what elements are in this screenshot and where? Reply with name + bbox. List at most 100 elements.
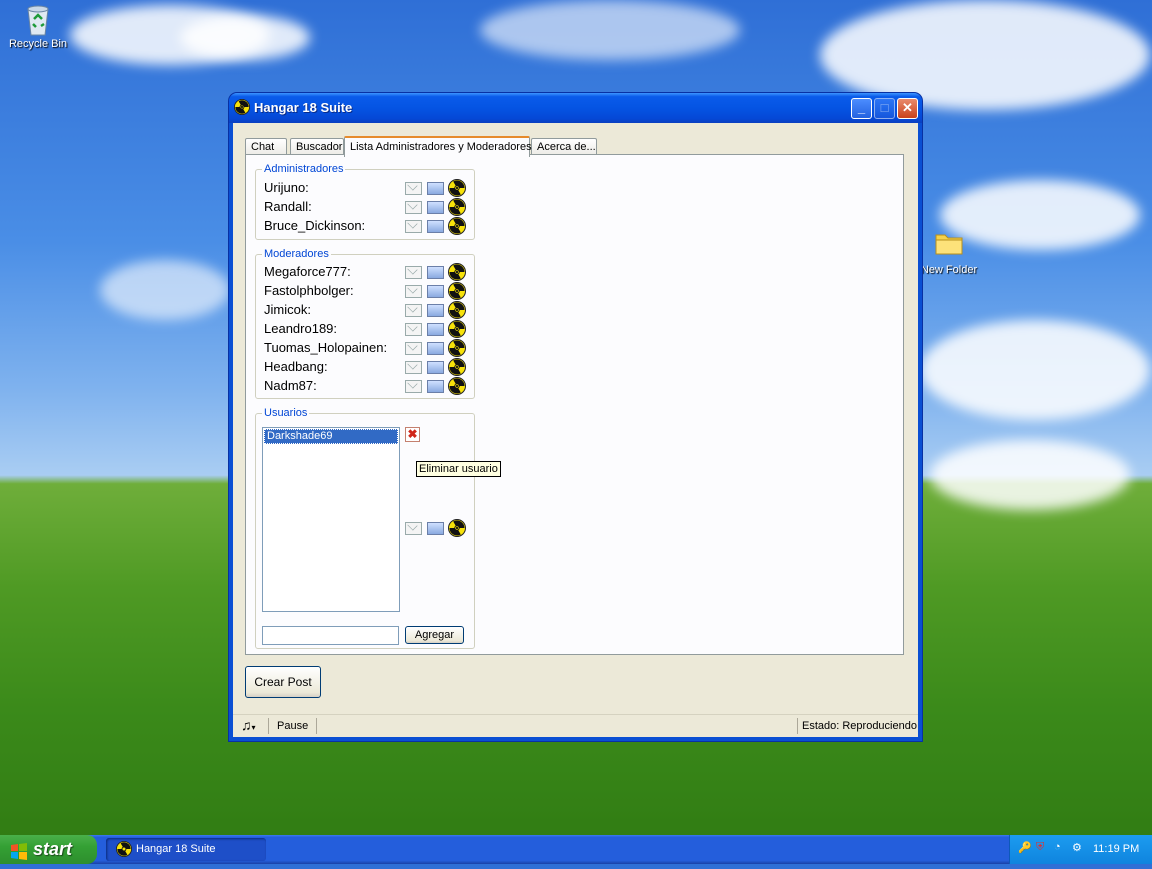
group-legend: Usuarios xyxy=(262,407,310,419)
user-name: Urijuno: xyxy=(264,180,309,195)
monitor-icon[interactable] xyxy=(427,522,444,535)
monitor-icon[interactable] xyxy=(427,304,444,317)
security-shield-icon[interactable]: ⛨ xyxy=(1036,841,1044,854)
taskbar-item-label: Hangar 18 Suite xyxy=(136,843,216,855)
taskbar-item-hangar[interactable]: Hangar 18 Suite xyxy=(106,838,266,861)
mail-icon[interactable] xyxy=(405,380,422,393)
user-name: Headbang: xyxy=(264,359,328,374)
tab-panel: Administradores Urijuno: Randall: Bruce_… xyxy=(245,154,904,655)
group-moderadores: Moderadores Megaforce777: Fastolphbolger… xyxy=(255,248,475,399)
radiation-icon[interactable] xyxy=(448,320,466,338)
mail-icon[interactable] xyxy=(405,182,422,195)
minimize-icon: _ xyxy=(857,100,866,115)
radiation-icon[interactable] xyxy=(448,339,466,357)
recycle-bin-icon xyxy=(22,3,54,36)
mail-icon[interactable] xyxy=(405,201,422,214)
list-item: Fastolphbolger: xyxy=(264,282,469,300)
radiation-icon[interactable] xyxy=(448,217,466,235)
mail-icon[interactable] xyxy=(405,323,422,336)
start-button[interactable]: start xyxy=(0,835,97,864)
list-item: Headbang: xyxy=(264,358,469,376)
user-actions xyxy=(264,519,469,537)
close-icon: ✕ xyxy=(902,100,913,115)
desktop-icon-new-folder[interactable]: New Folder xyxy=(913,229,985,276)
add-user-button[interactable]: Agregar xyxy=(405,626,464,644)
mail-icon[interactable] xyxy=(405,342,422,355)
monitor-icon[interactable] xyxy=(427,342,444,355)
desktop-icon-label: Recycle Bin xyxy=(8,38,68,50)
monitor-icon[interactable] xyxy=(427,380,444,393)
divider xyxy=(797,718,798,734)
mail-icon[interactable] xyxy=(405,266,422,279)
divider xyxy=(316,718,317,734)
close-button[interactable]: ✕ xyxy=(897,98,918,119)
radiation-icon[interactable] xyxy=(448,377,466,395)
user-name: Nadm87: xyxy=(264,378,317,393)
user-name: Megaforce777: xyxy=(264,264,351,279)
radiation-icon[interactable] xyxy=(448,519,466,537)
user-name: Jimicok: xyxy=(264,302,311,317)
monitor-icon[interactable] xyxy=(427,266,444,279)
list-item: Randall: xyxy=(264,198,469,216)
desktop-icon-recycle-bin[interactable]: Recycle Bin xyxy=(2,3,74,50)
status-bar: ♫▾ Pause Estado: Reproduciendo xyxy=(233,714,918,737)
clock: 11:19 PM xyxy=(1093,843,1140,855)
monitor-icon[interactable] xyxy=(427,220,444,233)
monitor-icon[interactable] xyxy=(427,323,444,336)
list-item: Urijuno: xyxy=(264,179,469,197)
volume-icon[interactable]: ◔ xyxy=(1054,841,1061,853)
create-post-button[interactable]: Crear Post xyxy=(245,666,321,698)
radiation-icon xyxy=(234,99,250,115)
radiation-icon[interactable] xyxy=(448,301,466,319)
group-legend: Moderadores xyxy=(262,248,331,260)
user-name: Bruce_Dickinson: xyxy=(264,218,366,233)
group-administradores: Administradores Urijuno: Randall: Bruce_… xyxy=(255,163,475,240)
monitor-icon[interactable] xyxy=(427,182,444,195)
desktop-icon-label: New Folder xyxy=(920,264,978,276)
group-legend: Administradores xyxy=(262,163,346,175)
group-usuarios: Usuarios Darkshade69 ✖ Eliminar usuario … xyxy=(255,407,501,649)
list-item[interactable]: Darkshade69 xyxy=(264,429,398,444)
divider xyxy=(268,718,269,734)
radiation-icon[interactable] xyxy=(448,263,466,281)
music-note-icon[interactable]: ♫▾ xyxy=(241,717,256,733)
mail-icon[interactable] xyxy=(405,361,422,374)
mail-icon[interactable] xyxy=(405,522,422,535)
list-item: Megaforce777: xyxy=(264,263,469,281)
minimize-button[interactable]: _ xyxy=(851,98,872,119)
app-window: Hangar 18 Suite _ □ ✕ Chat Buscador List… xyxy=(229,93,922,741)
radiation-icon[interactable] xyxy=(448,282,466,300)
folder-icon xyxy=(933,229,965,261)
user-name: Tuomas_Holopainen: xyxy=(264,340,388,355)
add-user-input[interactable] xyxy=(262,626,399,645)
title-bar[interactable]: Hangar 18 Suite _ □ ✕ xyxy=(229,93,922,123)
monitor-icon[interactable] xyxy=(427,201,444,214)
tooltip: Eliminar usuario xyxy=(416,461,501,477)
mail-icon[interactable] xyxy=(405,220,422,233)
radiation-icon[interactable] xyxy=(448,358,466,376)
window-client: Chat Buscador Lista Administradores y Mo… xyxy=(233,123,918,737)
list-item: Bruce_Dickinson: xyxy=(264,217,469,235)
monitor-icon[interactable] xyxy=(427,361,444,374)
network-icon[interactable]: 🔑 xyxy=(1018,841,1032,854)
tab-lista-administradores[interactable]: Lista Administradores y Moderadores xyxy=(344,136,532,157)
maximize-button[interactable]: □ xyxy=(874,98,895,119)
taskbar: start Hangar 18 Suite 🔑 ⛨ ◔ ⚙ 11:19 PM xyxy=(0,835,1152,864)
window-title: Hangar 18 Suite xyxy=(254,100,353,115)
list-item: Nadm87: xyxy=(264,377,469,395)
delete-user-button[interactable]: ✖ xyxy=(405,427,420,442)
radiation-icon xyxy=(116,841,132,866)
windows-logo-icon xyxy=(10,841,28,869)
radiation-icon[interactable] xyxy=(448,198,466,216)
mail-icon[interactable] xyxy=(405,304,422,317)
radiation-icon[interactable] xyxy=(448,179,466,197)
tab-chat[interactable]: Chat xyxy=(245,138,287,155)
pause-button[interactable]: Pause xyxy=(277,720,308,732)
monitor-icon[interactable] xyxy=(427,285,444,298)
usb-icon[interactable]: ⚙ xyxy=(1072,841,1082,854)
status-text: Estado: Reproduciendo xyxy=(802,720,917,732)
mail-icon[interactable] xyxy=(405,285,422,298)
list-item: Tuomas_Holopainen: xyxy=(264,339,469,357)
tab-buscador[interactable]: Buscador xyxy=(290,138,344,155)
tab-acerca-de[interactable]: Acerca de... xyxy=(531,138,597,155)
